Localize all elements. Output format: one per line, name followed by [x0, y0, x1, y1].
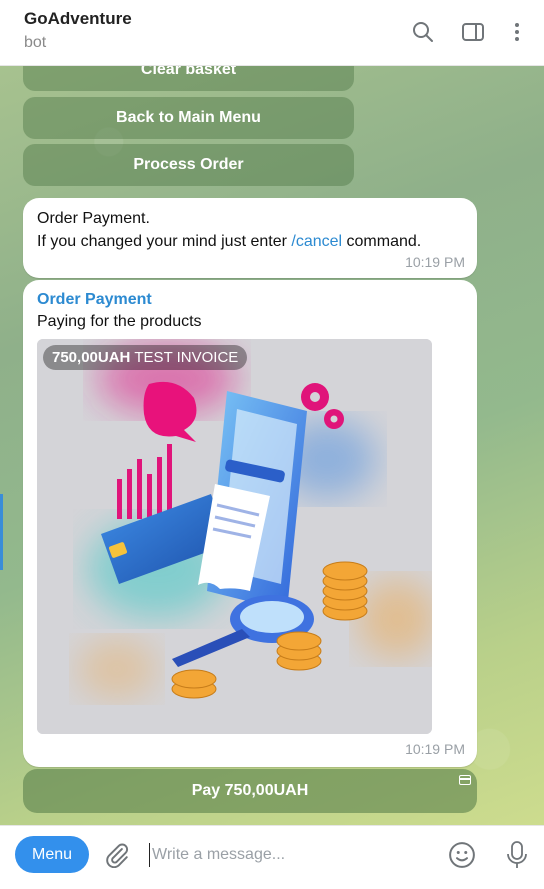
- card-icon: [459, 775, 471, 785]
- process-order-button[interactable]: Process Order: [23, 144, 354, 186]
- microphone-icon[interactable]: [505, 840, 529, 875]
- payment-illustration: [37, 339, 432, 734]
- message-line-1: Order Payment.: [37, 210, 150, 227]
- clear-basket-button[interactable]: Clear basket: [23, 66, 354, 91]
- scroll-marker: [0, 494, 3, 570]
- message-line-2-suffix: command.: [342, 233, 422, 250]
- invoice-time: 10:19 PM: [405, 741, 465, 757]
- cancel-command-link[interactable]: /cancel: [291, 233, 342, 250]
- sidebar-toggle-icon[interactable]: [460, 19, 486, 45]
- chat-header: GoAdventure bot: [0, 0, 544, 66]
- message-input[interactable]: [149, 843, 429, 867]
- test-invoice-label: TEST INVOICE: [134, 349, 239, 366]
- message-line-2-prefix: If you changed your mind just enter: [37, 233, 292, 250]
- chat-area: Clear basket Back to Main Menu Process O…: [0, 66, 544, 825]
- message-text: Order Payment. If you changed your mind …: [37, 207, 421, 253]
- chat-title[interactable]: GoAdventure: [24, 9, 132, 29]
- emoji-icon[interactable]: [447, 840, 477, 875]
- attach-icon[interactable]: [104, 842, 130, 873]
- menu-button[interactable]: Menu: [15, 836, 89, 873]
- chat-subtitle: bot: [24, 34, 47, 51]
- search-icon[interactable]: [410, 19, 436, 45]
- test-invoice-badge: 750,00UAH TEST INVOICE: [43, 345, 248, 370]
- invoice-bubble: Order Payment Paying for the products 75…: [23, 280, 477, 767]
- back-to-main-menu-button[interactable]: Back to Main Menu: [23, 97, 354, 139]
- composer: Menu: [0, 825, 544, 889]
- invoice-image[interactable]: 750,00UAH TEST INVOICE: [37, 339, 432, 734]
- message-bubble: Order Payment. If you changed your mind …: [23, 198, 477, 278]
- invoice-amount: 750,00UAH: [52, 349, 131, 366]
- pay-button[interactable]: Pay 750,00UAH: [23, 769, 477, 813]
- message-time: 10:19 PM: [405, 254, 465, 270]
- invoice-title: Order Payment: [37, 291, 152, 308]
- more-vertical-icon[interactable]: [504, 19, 530, 45]
- pay-button-label: Pay 750,00UAH: [191, 782, 309, 799]
- invoice-description: Paying for the products: [37, 313, 202, 330]
